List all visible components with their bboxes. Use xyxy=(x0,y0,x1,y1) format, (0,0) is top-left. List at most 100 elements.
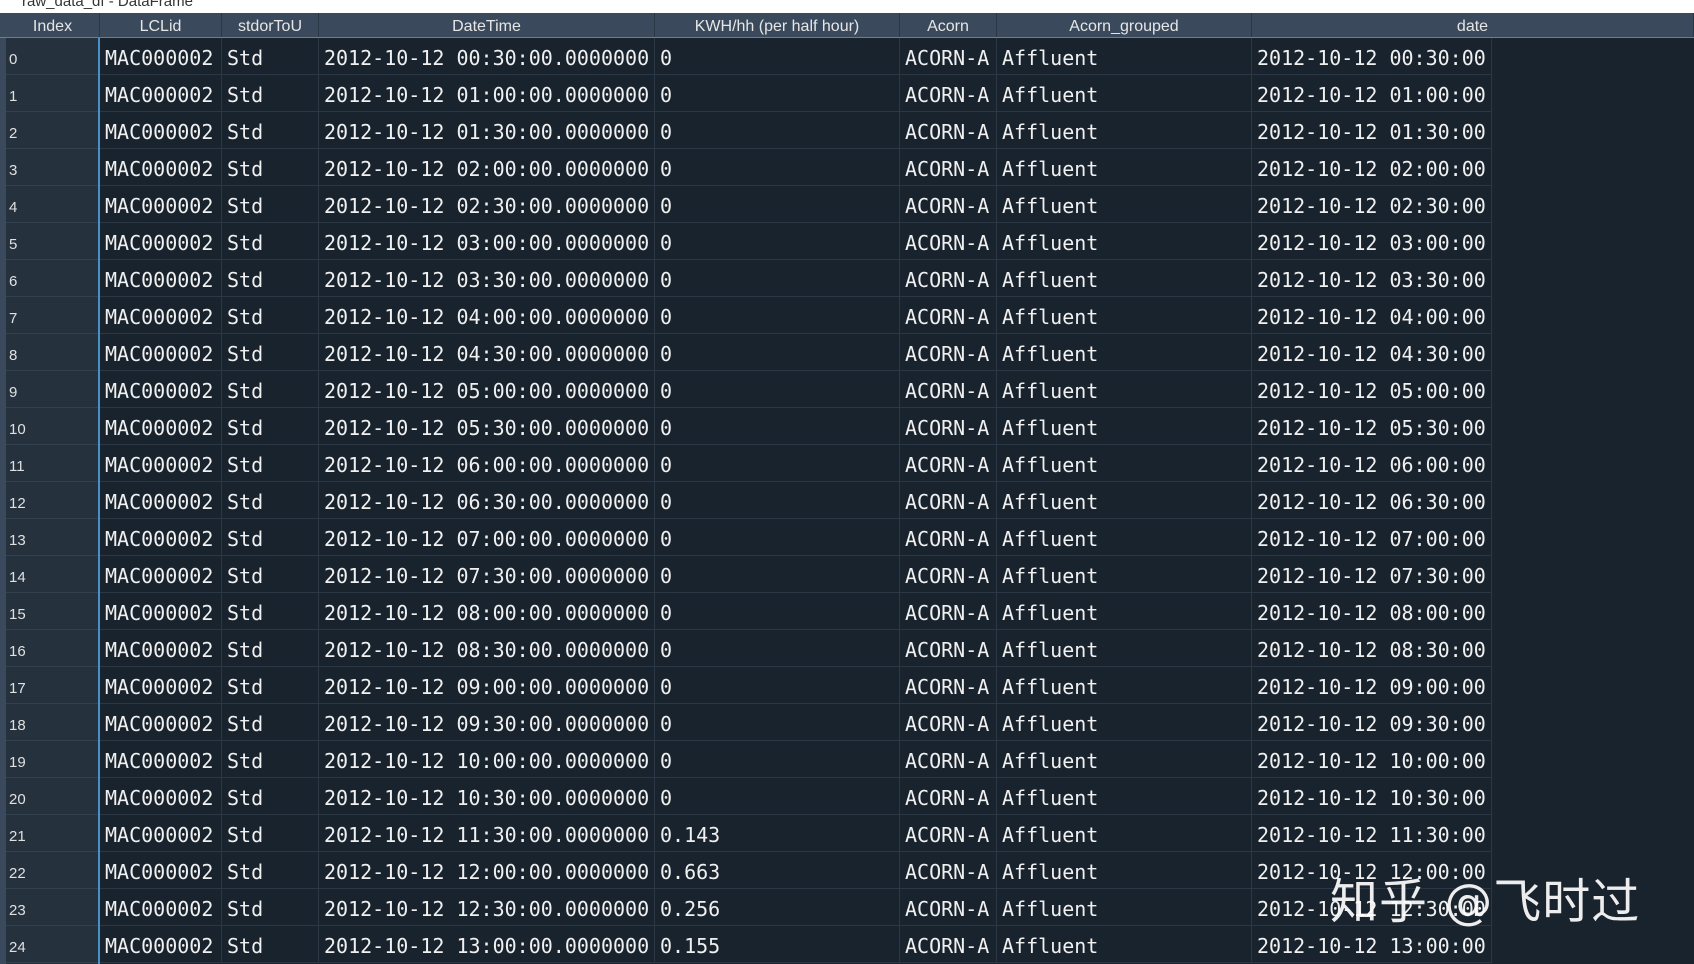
cell-acorn-grouped[interactable]: Affluent xyxy=(997,297,1252,334)
cell-acorn[interactable]: ACORN-A xyxy=(900,408,997,445)
header-lclid[interactable]: LCLid xyxy=(100,13,222,37)
cell-date[interactable]: 2012-10-12 04:00:00 xyxy=(1252,297,1492,334)
cell-lclid[interactable]: MAC000002 xyxy=(100,630,222,667)
cell-datetime[interactable]: 2012-10-12 02:00:00.0000000 xyxy=(319,149,655,186)
table-row[interactable]: 9 MAC000002 Std 2012-10-12 05:00:00.0000000… xyxy=(0,371,1694,408)
cell-acorn-grouped[interactable]: Affluent xyxy=(997,223,1252,260)
cell-stdortou[interactable]: Std xyxy=(222,223,319,260)
cell-acorn-grouped[interactable]: Affluent xyxy=(997,889,1252,926)
cell-acorn-grouped[interactable]: Affluent xyxy=(997,926,1252,963)
cell-lclid[interactable]: MAC000002 xyxy=(100,38,222,75)
cell-kwh[interactable]: 0 xyxy=(655,186,900,223)
cell-datetime[interactable]: 2012-10-12 05:30:00.0000000 xyxy=(319,408,655,445)
cell-lclid[interactable]: MAC000002 xyxy=(100,334,222,371)
cell-stdortou[interactable]: Std xyxy=(222,926,319,963)
cell-datetime[interactable]: 2012-10-12 03:30:00.0000000 xyxy=(319,260,655,297)
cell-acorn-grouped[interactable]: Affluent xyxy=(997,593,1252,630)
cell-acorn[interactable]: ACORN-A xyxy=(900,889,997,926)
table-row[interactable]: 7 MAC000002 Std 2012-10-12 04:00:00.0000000… xyxy=(0,297,1694,334)
cell-stdortou[interactable]: Std xyxy=(222,556,319,593)
cell-kwh[interactable]: 0 xyxy=(655,149,900,186)
cell-acorn-grouped[interactable]: Affluent xyxy=(997,556,1252,593)
cell-stdortou[interactable]: Std xyxy=(222,482,319,519)
cell-stdortou[interactable]: Std xyxy=(222,667,319,704)
cell-date[interactable]: 2012-10-12 08:30:00 xyxy=(1252,630,1492,667)
cell-acorn[interactable]: ACORN-A xyxy=(900,519,997,556)
cell-kwh[interactable]: 0 xyxy=(655,778,900,815)
cell-date[interactable]: 2012-10-12 03:00:00 xyxy=(1252,223,1492,260)
cell-stdortou[interactable]: Std xyxy=(222,741,319,778)
cell-stdortou[interactable]: Std xyxy=(222,778,319,815)
cell-stdortou[interactable]: Std xyxy=(222,112,319,149)
cell-kwh[interactable]: 0 xyxy=(655,223,900,260)
cell-kwh[interactable]: 0 xyxy=(655,704,900,741)
cell-stdortou[interactable]: Std xyxy=(222,260,319,297)
cell-acorn[interactable]: ACORN-A xyxy=(900,852,997,889)
cell-date[interactable]: 2012-10-12 03:30:00 xyxy=(1252,260,1492,297)
cell-lclid[interactable]: MAC000002 xyxy=(100,186,222,223)
cell-lclid[interactable]: MAC000002 xyxy=(100,112,222,149)
cell-acorn-grouped[interactable]: Affluent xyxy=(997,260,1252,297)
cell-lclid[interactable]: MAC000002 xyxy=(100,593,222,630)
table-row[interactable]: 12 MAC000002 Std 2012-10-12 06:30:00.000000… xyxy=(0,482,1694,519)
cell-acorn-grouped[interactable]: Affluent xyxy=(997,445,1252,482)
cell-kwh[interactable]: 0.663 xyxy=(655,852,900,889)
table-row[interactable]: 1 MAC000002 Std 2012-10-12 01:00:00.0000000… xyxy=(0,75,1694,112)
cell-acorn[interactable]: ACORN-A xyxy=(900,186,997,223)
cell-lclid[interactable]: MAC000002 xyxy=(100,482,222,519)
cell-lclid[interactable]: MAC000002 xyxy=(100,445,222,482)
cell-lclid[interactable]: MAC000002 xyxy=(100,704,222,741)
cell-date[interactable]: 2012-10-12 10:00:00 xyxy=(1252,741,1492,778)
cell-acorn[interactable]: ACORN-A xyxy=(900,112,997,149)
table-row[interactable]: 21 MAC000002 Std 2012-10-12 11:30:00.000000… xyxy=(0,815,1694,852)
cell-kwh[interactable]: 0 xyxy=(655,667,900,704)
cell-lclid[interactable]: MAC000002 xyxy=(100,519,222,556)
cell-kwh[interactable]: 0.256 xyxy=(655,889,900,926)
table-row[interactable]: 2 MAC000002 Std 2012-10-12 01:30:00.0000000… xyxy=(0,112,1694,149)
table-row[interactable]: 14 MAC000002 Std 2012-10-12 07:30:00.000000… xyxy=(0,556,1694,593)
cell-date[interactable]: 2012-10-12 11:30:00 xyxy=(1252,815,1492,852)
cell-lclid[interactable]: MAC000002 xyxy=(100,149,222,186)
cell-kwh[interactable]: 0 xyxy=(655,445,900,482)
cell-datetime[interactable]: 2012-10-12 03:00:00.0000000 xyxy=(319,223,655,260)
cell-acorn-grouped[interactable]: Affluent xyxy=(997,667,1252,704)
table-row[interactable]: 0 MAC000002 Std 2012-10-12 00:30:00.0000000… xyxy=(0,38,1694,75)
cell-kwh[interactable]: 0 xyxy=(655,334,900,371)
cell-acorn[interactable]: ACORN-A xyxy=(900,297,997,334)
cell-date[interactable]: 2012-10-12 02:30:00 xyxy=(1252,186,1492,223)
cell-datetime[interactable]: 2012-10-12 04:30:00.0000000 xyxy=(319,334,655,371)
cell-date[interactable]: 2012-10-12 09:00:00 xyxy=(1252,667,1492,704)
cell-acorn-grouped[interactable]: Affluent xyxy=(997,630,1252,667)
table-row[interactable]: 20 MAC000002 Std 2012-10-12 10:30:00.000000… xyxy=(0,778,1694,815)
cell-stdortou[interactable]: Std xyxy=(222,593,319,630)
cell-datetime[interactable]: 2012-10-12 10:00:00.0000000 xyxy=(319,741,655,778)
cell-date[interactable]: 2012-10-12 05:00:00 xyxy=(1252,371,1492,408)
cell-lclid[interactable]: MAC000002 xyxy=(100,408,222,445)
cell-datetime[interactable]: 2012-10-12 11:30:00.0000000 xyxy=(319,815,655,852)
cell-acorn-grouped[interactable]: Affluent xyxy=(997,778,1252,815)
cell-acorn-grouped[interactable]: Affluent xyxy=(997,408,1252,445)
cell-date[interactable]: 2012-10-12 06:00:00 xyxy=(1252,445,1492,482)
table-row[interactable]: 13 MAC000002 Std 2012-10-12 07:00:00.000000… xyxy=(0,519,1694,556)
table-row[interactable]: 15 MAC000002 Std 2012-10-12 08:00:00.000000… xyxy=(0,593,1694,630)
cell-acorn-grouped[interactable]: Affluent xyxy=(997,149,1252,186)
cell-kwh[interactable]: 0 xyxy=(655,38,900,75)
table-row[interactable]: 18 MAC000002 Std 2012-10-12 09:30:00.000000… xyxy=(0,704,1694,741)
header-index[interactable]: Index xyxy=(6,13,100,37)
cell-kwh[interactable]: 0 xyxy=(655,741,900,778)
table-row[interactable]: 19 MAC000002 Std 2012-10-12 10:00:00.000000… xyxy=(0,741,1694,778)
header-datetime[interactable]: DateTime xyxy=(319,13,655,37)
cell-acorn-grouped[interactable]: Affluent xyxy=(997,741,1252,778)
cell-date[interactable]: 2012-10-12 09:30:00 xyxy=(1252,704,1492,741)
cell-lclid[interactable]: MAC000002 xyxy=(100,889,222,926)
cell-acorn[interactable]: ACORN-A xyxy=(900,334,997,371)
cell-kwh[interactable]: 0 xyxy=(655,297,900,334)
cell-datetime[interactable]: 2012-10-12 07:30:00.0000000 xyxy=(319,556,655,593)
cell-acorn[interactable]: ACORN-A xyxy=(900,630,997,667)
cell-stdortou[interactable]: Std xyxy=(222,334,319,371)
cell-datetime[interactable]: 2012-10-12 12:30:00.0000000 xyxy=(319,889,655,926)
cell-datetime[interactable]: 2012-10-12 07:00:00.0000000 xyxy=(319,519,655,556)
cell-stdortou[interactable]: Std xyxy=(222,445,319,482)
cell-acorn-grouped[interactable]: Affluent xyxy=(997,371,1252,408)
cell-date[interactable]: 2012-10-12 07:30:00 xyxy=(1252,556,1492,593)
